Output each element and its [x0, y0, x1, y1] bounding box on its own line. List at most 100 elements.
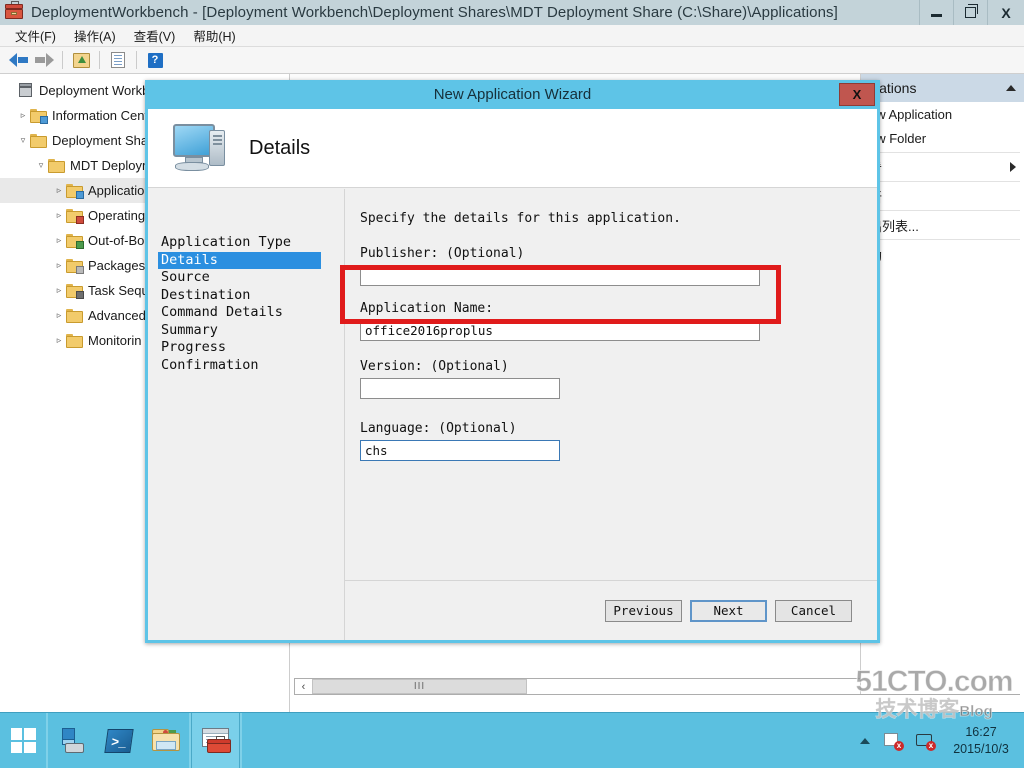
action-export-list[interactable]: 出列表...	[861, 213, 1024, 237]
up-folder-button[interactable]	[68, 49, 94, 71]
twisty-icon[interactable]: ▹	[52, 235, 66, 246]
action-label: ew Application	[869, 106, 953, 122]
tree-node-label: Advanced	[88, 308, 146, 323]
action-help[interactable]: 助	[861, 242, 1024, 266]
new-application-wizard-dialog: New Application Wizard X Details Applica…	[145, 80, 880, 643]
system-tray: x x 16:27 2015/10/3	[860, 713, 1024, 768]
folder-apps-icon	[66, 183, 84, 199]
tree-node-label: Applicatio	[88, 183, 145, 198]
publisher-field-group: Publisher: (Optional)	[360, 246, 877, 286]
wizard-main: Application Type Details Source Destinat…	[148, 189, 877, 640]
action-refresh[interactable]: 新	[861, 184, 1024, 208]
taskbar-item-server-manager[interactable]	[48, 713, 95, 768]
forward-button[interactable]	[31, 49, 57, 71]
wizard-step-summary[interactable]: Summary	[158, 322, 321, 339]
taskbar-item-file-explorer[interactable]	[142, 713, 189, 768]
folder-icon	[48, 158, 65, 173]
clock[interactable]: 16:27 2015/10/3	[946, 724, 1016, 758]
actions-pane-header: ications	[861, 74, 1024, 102]
next-button[interactable]: Next	[690, 599, 767, 622]
twisty-icon[interactable]: ▿	[34, 160, 48, 171]
scroll-left-arrow-icon[interactable]: ‹	[295, 679, 312, 694]
tree-node-label: Deployment Workb	[39, 83, 150, 98]
wizard-step-details[interactable]: Details	[158, 251, 321, 269]
restore-button[interactable]	[953, 0, 987, 25]
twisty-icon[interactable]: ▿	[16, 135, 30, 146]
flag-action-center-icon[interactable]: x	[882, 731, 904, 751]
app-toolbox-icon	[5, 0, 25, 22]
twisty-icon[interactable]: ▹	[52, 185, 66, 196]
forward-icon	[34, 53, 54, 67]
folder-packages-icon	[66, 258, 84, 274]
menu-file[interactable]: 文件(F)	[6, 24, 65, 47]
scrollbar-thumb[interactable]: III	[312, 679, 527, 694]
wizard-title: New Application Wizard	[433, 86, 592, 103]
actions-separator	[865, 210, 1020, 211]
publisher-input[interactable]	[360, 265, 760, 286]
taskbar-item-deployment-workbench[interactable]	[191, 713, 240, 768]
action-view[interactable]: 看	[861, 155, 1024, 179]
action-new-application[interactable]: ew Application	[861, 102, 1024, 126]
twisty-icon[interactable]: ▹	[52, 335, 66, 346]
toolbar-separator	[136, 51, 137, 69]
help-icon: ?	[147, 52, 163, 68]
wizard-banner: Details	[148, 109, 877, 188]
twisty-icon[interactable]: ▹	[52, 210, 66, 221]
tray-overflow-icon[interactable]	[860, 737, 870, 744]
application-name-input[interactable]: office2016proplus	[360, 320, 760, 341]
taskbar-item-powershell[interactable]: >_	[95, 713, 142, 768]
network-icon[interactable]: x	[914, 731, 936, 751]
actions-separator	[865, 152, 1020, 153]
menu-view[interactable]: 查看(V)	[125, 24, 185, 47]
menubar: 文件(F) 操作(A) 查看(V) 帮助(H)	[0, 25, 1024, 47]
actions-pane: ications ew Application ew Folder 看 新 出列…	[860, 74, 1024, 694]
tree-node-label: Information Cent	[52, 108, 149, 123]
wizard-close-button[interactable]: X	[839, 83, 875, 106]
wizard-step-application-type[interactable]: Application Type	[158, 234, 321, 251]
wizard-step-command-details[interactable]: Command Details	[158, 304, 321, 321]
taskbar: >_ x x 16:27 2015/10/3	[0, 712, 1024, 768]
twisty-icon[interactable]: ▹	[52, 310, 66, 321]
twisty-icon[interactable]: ▹	[52, 260, 66, 271]
workbench-root-icon	[18, 83, 34, 98]
folder-taskseq-icon	[66, 283, 84, 299]
twisty-icon[interactable]: ▹	[52, 285, 66, 296]
wizard-titlebar: New Application Wizard X	[145, 80, 880, 109]
tree-node-label: Task Sequ	[88, 283, 149, 298]
application-name-field-group: Application Name: office2016proplus	[360, 301, 877, 341]
file-explorer-icon	[151, 729, 180, 752]
language-field-group: Language: (Optional) chs	[360, 421, 877, 461]
wizard-step-confirmation[interactable]: Confirmation	[158, 357, 321, 374]
previous-button[interactable]: Previous	[605, 599, 682, 622]
tree-node-label: Packages	[88, 258, 146, 273]
minimize-button[interactable]	[919, 0, 953, 25]
version-input[interactable]	[360, 378, 560, 399]
clock-time: 16:27	[965, 724, 997, 739]
wizard-step-progress[interactable]: Progress	[158, 339, 321, 356]
cancel-button[interactable]: Cancel	[775, 599, 852, 622]
properties-icon	[111, 52, 125, 68]
help-button[interactable]: ?	[142, 49, 168, 71]
version-field-group: Version: (Optional)	[360, 359, 877, 399]
twisty-icon[interactable]: ▹	[16, 110, 30, 121]
action-new-folder[interactable]: ew Folder	[861, 126, 1024, 150]
tree-node-label: Operating	[88, 208, 146, 223]
caret-up-icon[interactable]	[1006, 85, 1016, 91]
menu-help[interactable]: 帮助(H)	[184, 24, 244, 47]
start-button[interactable]	[0, 713, 46, 768]
folder-drivers-icon	[66, 233, 84, 249]
back-button[interactable]	[5, 49, 31, 71]
actions-separator	[865, 181, 1020, 182]
wizard-body: Details Application Type Details Source …	[148, 109, 877, 640]
menu-action[interactable]: 操作(A)	[65, 24, 125, 47]
properties-button[interactable]	[105, 49, 131, 71]
wizard-footer: Previous Next Cancel	[345, 580, 877, 640]
wizard-step-destination[interactable]: Destination	[158, 287, 321, 304]
language-input[interactable]: chs	[360, 440, 560, 461]
tree-node-label: Monitorin	[88, 333, 142, 348]
wizard-step-source[interactable]: Source	[158, 269, 321, 286]
windows-logo-icon	[10, 728, 36, 753]
deployment-workbench-icon	[201, 727, 231, 754]
close-button[interactable]: X	[987, 0, 1024, 25]
back-icon	[8, 53, 28, 67]
